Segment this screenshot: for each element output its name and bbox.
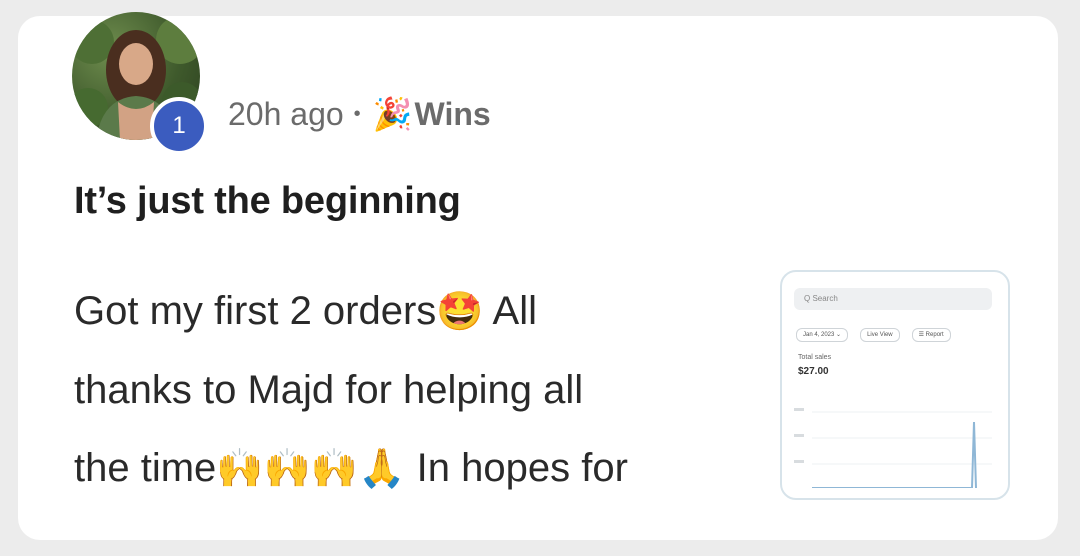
thumbnail-chip-row: Jan 4, 2023 ⌄ Live View ☰ Report <box>796 328 951 342</box>
meta-separator: • <box>353 102 361 125</box>
post-body-text: Got my first 2 orders <box>74 289 437 333</box>
thumbnail-chip-report: ☰ Report <box>911 328 951 342</box>
thumbnail-stat-value: $27.00 <box>798 366 829 377</box>
raising-hands-emoji-icon: 🙌🙌🙌🙏 <box>216 448 406 490</box>
chart-sales-line <box>812 421 977 488</box>
post-body-line-3: the time🙌🙌🙌🙏 In hopes for <box>74 429 754 508</box>
post-body-line-1: Got my first 2 orders🤩 All <box>74 272 754 351</box>
thumbnail-stat-label: Total sales <box>798 354 832 361</box>
post-title[interactable]: It’s just the beginning <box>74 180 461 223</box>
author-level-badge: 1 <box>150 97 208 155</box>
thumbnail-sales-chart <box>794 408 992 488</box>
chart-tick-label <box>794 460 804 463</box>
chart-tick-label <box>794 408 804 411</box>
chart-tick-label <box>794 434 804 437</box>
post-body-text: thanks to Majd for helping all <box>74 368 584 412</box>
attachment-thumbnail[interactable]: Q Search Jan 4, 2023 ⌄ Live View ☰ Repor… <box>780 270 1010 500</box>
post-body-text: the time <box>74 446 217 490</box>
star-struck-emoji-icon: 🤩 <box>436 291 484 333</box>
post-meta: 20h ago • 🎉 Wins <box>228 92 491 136</box>
post-body-line-2: thanks to Majd for helping all <box>74 351 754 429</box>
post-body-text: All <box>483 289 537 333</box>
party-popper-icon: 🎉 <box>372 96 413 132</box>
thumbnail-search-bar: Q Search <box>794 288 992 310</box>
thumbnail-chip-live: Live View <box>860 328 900 342</box>
post-body[interactable]: Got my first 2 orders🤩 All thanks to Maj… <box>74 272 754 508</box>
post-time: 20h ago <box>228 95 344 132</box>
post-category-link[interactable]: Wins <box>415 96 491 133</box>
thumbnail-chip-date: Jan 4, 2023 ⌄ <box>796 328 849 342</box>
post-body-text: In hopes for <box>405 446 628 490</box>
